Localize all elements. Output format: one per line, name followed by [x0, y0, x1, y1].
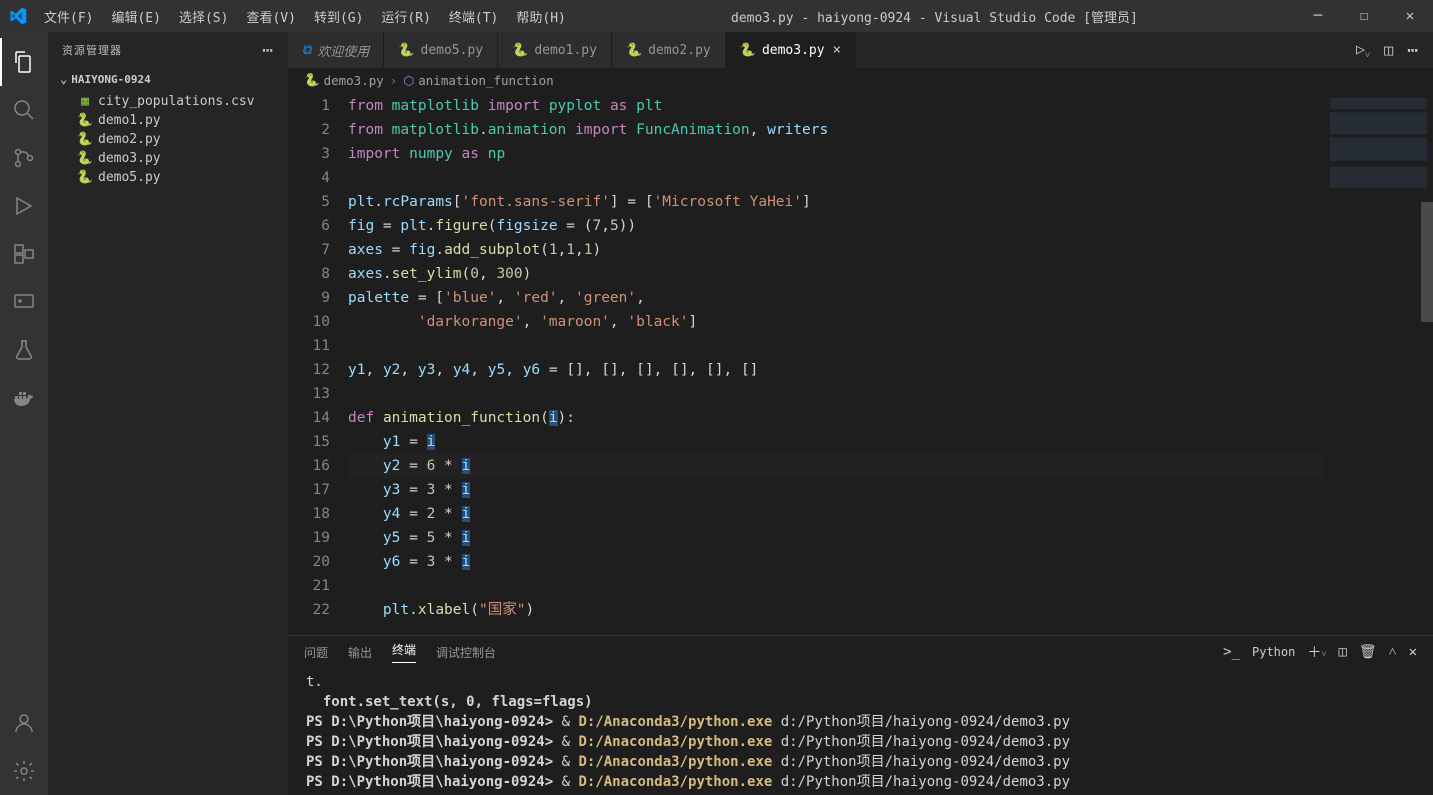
maximize-button[interactable]: ☐: [1341, 0, 1387, 32]
editor-area: ⧉ 欢迎使用 🐍 demo5.py 🐍 demo1.py 🐍 demo2.py …: [288, 32, 1433, 795]
vscode-logo-icon: [0, 7, 36, 25]
file-name: demo3.py: [98, 151, 161, 166]
file-item-py[interactable]: 🐍 demo3.py: [48, 149, 288, 168]
file-name: demo2.py: [98, 132, 161, 147]
tab-actions: ▷˅ ◫ ⋯: [1342, 32, 1433, 68]
close-button[interactable]: ✕: [1387, 0, 1433, 32]
breadcrumb-separator-icon: ›: [390, 73, 398, 88]
menu-file[interactable]: 文件(F): [36, 3, 101, 30]
terminal-content[interactable]: t. font.set_text(s, 0, flags=flags)PS D:…: [288, 668, 1433, 795]
activity-run-debug-icon[interactable]: [0, 182, 48, 230]
editor-scrollbar[interactable]: [1421, 92, 1433, 635]
panel-tab-output[interactable]: 输出: [348, 644, 372, 661]
file-name: city_populations.csv: [98, 94, 255, 109]
csv-file-icon: ▦: [76, 94, 94, 109]
activity-extensions-icon[interactable]: [0, 230, 48, 278]
activity-accounts-icon[interactable]: [0, 699, 48, 747]
code-editor[interactable]: 12345678910111213141516171819202122 from…: [288, 92, 1433, 635]
file-name: demo1.py: [98, 113, 161, 128]
panel-tab-problems[interactable]: 问题: [304, 644, 328, 661]
minimap[interactable]: [1323, 92, 1433, 635]
window-controls: ─ ☐ ✕: [1295, 0, 1433, 32]
symbol-function-icon: ⬡: [403, 73, 414, 88]
terminal-kernel-label[interactable]: Python: [1252, 645, 1295, 659]
new-terminal-icon[interactable]: ＋˅: [1307, 642, 1326, 662]
python-file-icon: 🐍: [304, 72, 320, 88]
activity-explorer-icon[interactable]: [0, 38, 48, 86]
sidebar-title: 资源管理器: [62, 42, 122, 58]
tab-demo5[interactable]: 🐍 demo5.py: [384, 32, 498, 68]
sidebar-more-icon[interactable]: ⋯: [262, 40, 274, 61]
vscode-tab-icon: ⧉: [302, 43, 311, 58]
file-item-py[interactable]: 🐍 demo2.py: [48, 130, 288, 149]
breadcrumb-file: demo3.py: [324, 73, 384, 88]
breadcrumb[interactable]: 🐍 demo3.py › ⬡ animation_function: [288, 68, 1433, 92]
split-terminal-icon[interactable]: ◫: [1338, 644, 1346, 660]
activity-testing-icon[interactable]: [0, 326, 48, 374]
python-file-icon: 🐍: [76, 170, 94, 185]
window-title: demo3.py - haiyong-0924 - Visual Studio …: [574, 7, 1295, 26]
panel-tabs: 问题 输出 终端 调试控制台 >_ Python ＋˅ ◫ 🗑 ˄ ✕: [288, 636, 1433, 668]
python-file-icon: 🐍: [398, 43, 414, 58]
line-number-gutter: 12345678910111213141516171819202122: [288, 92, 348, 635]
activity-settings-icon[interactable]: [0, 747, 48, 795]
chevron-down-icon: ⌄: [60, 72, 67, 86]
python-file-icon: 🐍: [740, 43, 756, 58]
panel-close-icon[interactable]: ✕: [1409, 644, 1417, 660]
panel-tab-debug-console[interactable]: 调试控制台: [436, 644, 496, 661]
file-item-py[interactable]: 🐍 demo5.py: [48, 168, 288, 187]
menu-bar: 文件(F) 编辑(E) 选择(S) 查看(V) 转到(G) 运行(R) 终端(T…: [36, 3, 574, 30]
title-bar: 文件(F) 编辑(E) 选择(S) 查看(V) 转到(G) 运行(R) 终端(T…: [0, 0, 1433, 32]
python-file-icon: 🐍: [626, 43, 642, 58]
bottom-panel: 问题 输出 终端 调试控制台 >_ Python ＋˅ ◫ 🗑 ˄ ✕ t. f…: [288, 635, 1433, 795]
tabbar: ⧉ 欢迎使用 🐍 demo5.py 🐍 demo1.py 🐍 demo2.py …: [288, 32, 1433, 68]
tab-close-icon[interactable]: ×: [833, 42, 841, 58]
tab-label: 欢迎使用: [317, 41, 369, 60]
menu-terminal[interactable]: 终端(T): [441, 3, 506, 30]
file-list: ▦ city_populations.csv 🐍 demo1.py 🐍 demo…: [48, 90, 288, 189]
tab-label: demo5.py: [421, 43, 484, 58]
editor-more-icon[interactable]: ⋯: [1407, 40, 1419, 61]
explorer-folder-header[interactable]: ⌄ HAIYONG-0924: [48, 68, 288, 90]
menu-view[interactable]: 查看(V): [238, 3, 303, 30]
tab-demo2[interactable]: 🐍 demo2.py: [612, 32, 726, 68]
tab-welcome[interactable]: ⧉ 欢迎使用: [288, 32, 384, 68]
sidebar: 资源管理器 ⋯ ⌄ HAIYONG-0924 ▦ city_population…: [48, 32, 288, 795]
python-file-icon: 🐍: [76, 132, 94, 147]
menu-edit[interactable]: 编辑(E): [103, 3, 168, 30]
breadcrumb-symbol: animation_function: [418, 73, 553, 88]
menu-selection[interactable]: 选择(S): [171, 3, 236, 30]
kill-terminal-icon[interactable]: 🗑: [1359, 644, 1377, 660]
menu-run[interactable]: 运行(R): [373, 3, 438, 30]
file-item-py[interactable]: 🐍 demo1.py: [48, 111, 288, 130]
tab-label: demo2.py: [648, 43, 711, 58]
file-name: demo5.py: [98, 170, 161, 185]
file-item-csv[interactable]: ▦ city_populations.csv: [48, 92, 288, 111]
sidebar-header: 资源管理器 ⋯: [48, 32, 288, 68]
tab-label: demo1.py: [534, 43, 597, 58]
menu-go[interactable]: 转到(G): [306, 3, 371, 30]
activity-docker-icon[interactable]: [0, 374, 48, 422]
code-content[interactable]: from matplotlib import pyplot as pltfrom…: [348, 92, 1323, 635]
panel-tab-terminal[interactable]: 终端: [392, 641, 416, 663]
terminal-profile-icon[interactable]: >_: [1223, 644, 1240, 660]
chevron-up-icon[interactable]: ˄: [1389, 644, 1397, 661]
project-name: HAIYONG-0924: [71, 73, 150, 86]
run-button-icon[interactable]: ▷˅: [1356, 40, 1370, 61]
activity-search-icon[interactable]: [0, 86, 48, 134]
tab-demo1[interactable]: 🐍 demo1.py: [498, 32, 612, 68]
menu-help[interactable]: 帮助(H): [508, 3, 573, 30]
python-file-icon: 🐍: [76, 151, 94, 166]
scrollbar-thumb[interactable]: [1421, 202, 1433, 322]
activity-bar: [0, 32, 48, 795]
tab-demo3[interactable]: 🐍 demo3.py ×: [726, 32, 856, 68]
activity-source-control-icon[interactable]: [0, 134, 48, 182]
tab-label: demo3.py: [762, 43, 825, 58]
minimize-button[interactable]: ─: [1295, 0, 1341, 32]
python-file-icon: 🐍: [76, 113, 94, 128]
split-editor-icon[interactable]: ◫: [1384, 41, 1393, 59]
python-file-icon: 🐍: [512, 43, 528, 58]
activity-remote-icon[interactable]: [0, 278, 48, 326]
